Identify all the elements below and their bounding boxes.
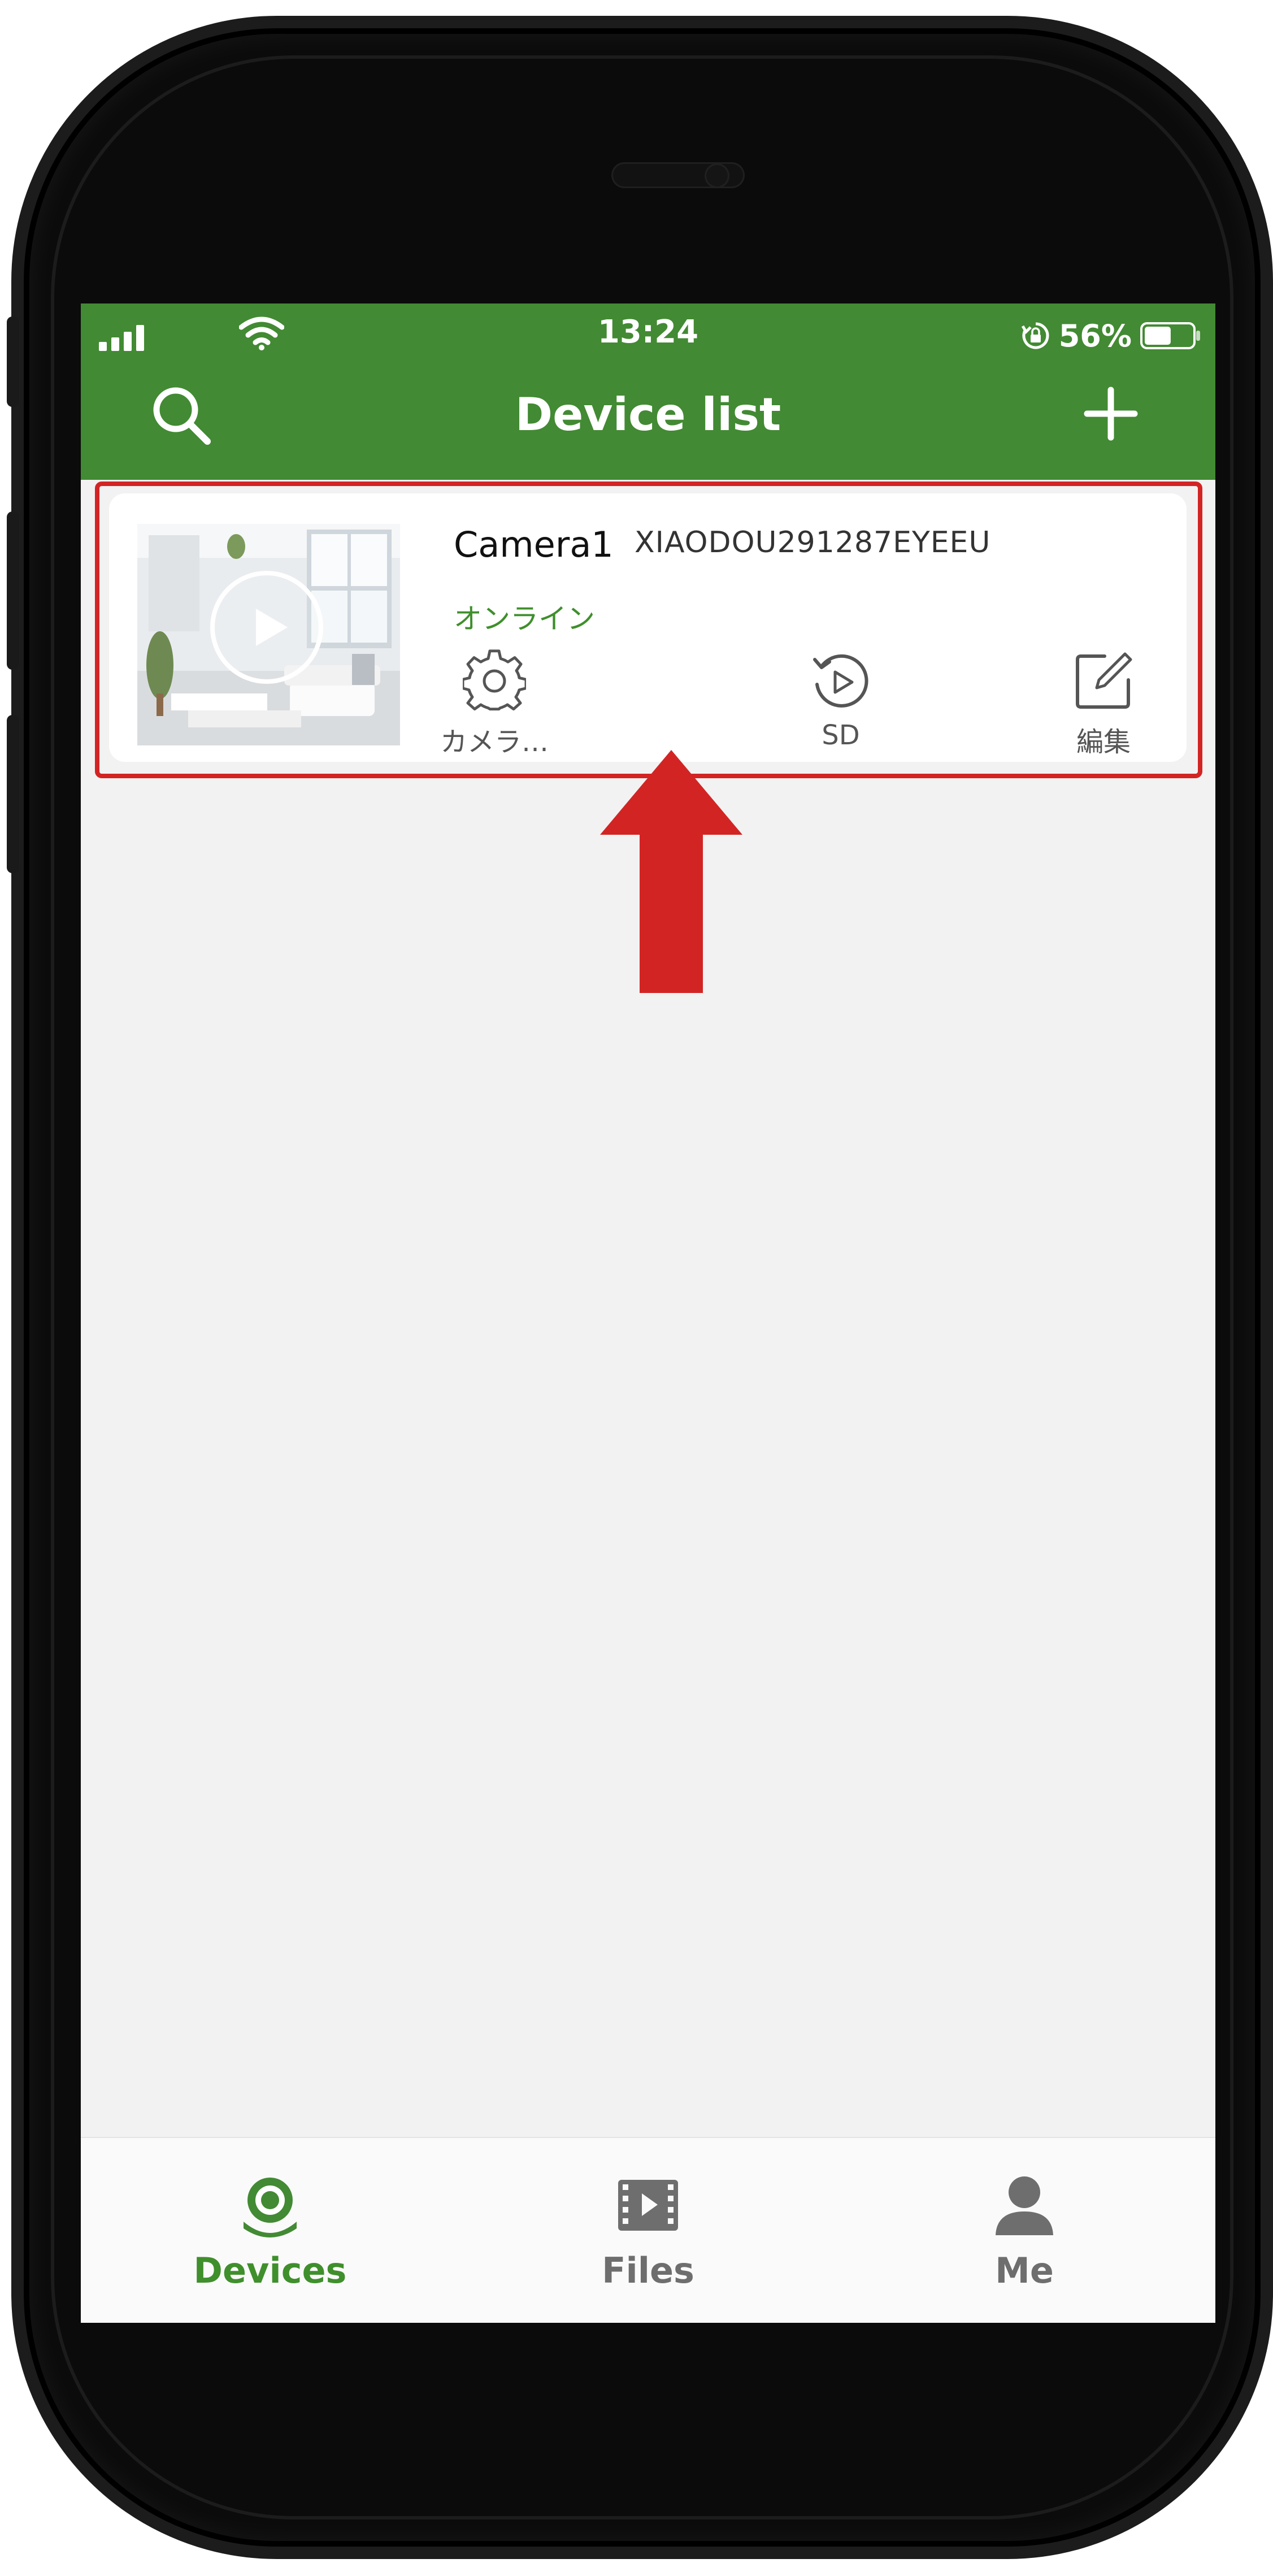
tab-label-files: Files — [602, 2250, 694, 2291]
rotation-lock-icon — [1021, 322, 1049, 349]
gear-icon — [463, 649, 526, 711]
device-name: Camera1 — [454, 524, 614, 565]
page-title: Device list — [515, 388, 781, 441]
front-camera — [706, 165, 728, 187]
app-screen: 13:24 56% Device list Camera1 XIAODOU291… — [81, 303, 1215, 2323]
action-label-sd: SD — [822, 719, 860, 751]
battery-icon — [1140, 322, 1200, 349]
tab-label-devices: Devices — [193, 2250, 347, 2291]
sd-playback-button[interactable]: SD — [773, 649, 909, 762]
volume-up-button — [7, 511, 19, 670]
status-bar: 13:24 56% — [81, 303, 1215, 366]
annotation-arrow-icon — [600, 750, 742, 993]
film-icon — [618, 2180, 678, 2231]
mute-switch — [7, 316, 19, 407]
camera-preview-thumbnail[interactable] — [137, 524, 400, 745]
volume-down-button — [7, 715, 19, 873]
action-label-camera: カメラ… — [440, 726, 549, 758]
bottom-tab-bar: Devices Files Me — [81, 2137, 1215, 2323]
camera-settings-button[interactable]: カメラ… — [427, 649, 562, 762]
battery-status: 56% — [1020, 316, 1202, 355]
page: 13:24 56% Device list Camera1 XIAODOU291… — [0, 0, 1273, 2576]
tab-me[interactable]: Me — [911, 2172, 1137, 2319]
device-id: XIAODOU291287EYEEU — [635, 526, 991, 560]
action-label-edit: 編集 — [1076, 726, 1131, 758]
device-status: オンライン — [454, 602, 595, 635]
app-header: 13:24 56% Device list — [81, 303, 1215, 480]
camera-icon — [244, 2178, 297, 2237]
edit-device-button[interactable]: 編集 — [1036, 649, 1171, 762]
edit-icon — [1076, 652, 1132, 709]
play-icon[interactable] — [207, 568, 326, 687]
tab-label-me: Me — [995, 2250, 1054, 2291]
add-device-button[interactable] — [1083, 385, 1139, 442]
battery-percent: 56% — [1058, 318, 1132, 354]
person-icon — [996, 2176, 1053, 2235]
tab-devices[interactable]: Devices — [157, 2172, 383, 2319]
tab-files[interactable]: Files — [535, 2172, 761, 2319]
playback-icon — [813, 654, 868, 708]
